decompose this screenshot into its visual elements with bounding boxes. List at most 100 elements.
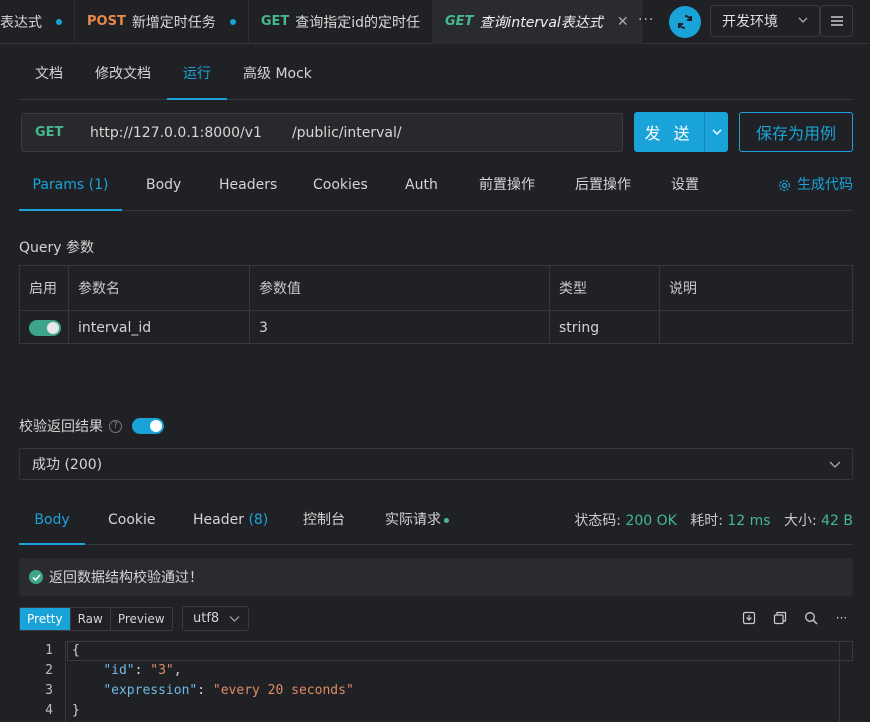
tab-response-cookie[interactable]: Cookie <box>108 500 156 545</box>
environment-select[interactable]: 开发环境 <box>710 5 820 37</box>
tab-pre-ops[interactable]: 前置操作 <box>479 166 535 211</box>
code-line: } <box>72 703 80 718</box>
tab-headers[interactable]: Headers <box>219 166 277 211</box>
line-number: 3 <box>45 683 53 698</box>
format-preview-button[interactable]: Preview <box>111 608 172 630</box>
tab-cookies[interactable]: Cookies <box>313 166 368 211</box>
more-tabs-icon[interactable]: ··· <box>638 12 654 28</box>
tab-docs[interactable]: 文档 <box>19 52 79 100</box>
tab-method: POST <box>87 14 126 29</box>
tab-response-header[interactable]: Header (8) <box>193 500 268 545</box>
code-line: "expression": "every 20 seconds" <box>103 683 354 698</box>
line-number: 1 <box>45 643 53 658</box>
validation-message: 返回数据结构校验通过！ <box>49 570 203 586</box>
enable-toggle-cell <box>20 311 69 344</box>
tab-post-ops[interactable]: 后置操作 <box>575 166 631 211</box>
unsaved-dot <box>229 18 236 25</box>
unsaved-dot <box>56 18 62 25</box>
tab-title: 表达式 <box>0 14 42 31</box>
response-body-viewer[interactable]: 1 2 3 4 { "id": "3", "expression": "ever… <box>19 641 853 722</box>
chevron-down-icon[interactable] <box>705 126 728 138</box>
close-icon[interactable]: ✕ <box>617 14 629 30</box>
gear-icon <box>778 179 791 191</box>
actual-request-label: 实际请求 <box>385 512 441 528</box>
param-tabs: Params (1) Body Headers Cookies Auth 前置操… <box>19 166 853 211</box>
tab-actual-request[interactable]: 实际请求 <box>385 500 449 545</box>
header-count: (8) <box>248 512 269 528</box>
col-value: 参数值 <box>250 266 550 310</box>
validate-toggle[interactable] <box>132 418 164 434</box>
request-tab[interactable]: POST 新增定时任务 <box>75 0 249 44</box>
code-line: "id": "3", <box>103 663 182 678</box>
hamburger-menu-icon[interactable] <box>820 5 853 37</box>
tab-advanced-mock[interactable]: 高级 Mock <box>227 52 328 100</box>
current-line-highlight <box>67 641 853 661</box>
validate-response-label: 校验返回结果 <box>19 419 103 435</box>
base-url: http://127.0.0.1:8000/v1 <box>90 124 262 141</box>
download-icon[interactable] <box>740 609 757 626</box>
generate-code-button[interactable]: 生成代码 <box>778 166 853 204</box>
tab-title: 新增定时任务 <box>131 14 216 31</box>
response-case-select[interactable]: 成功 (200) <box>19 448 853 480</box>
chevron-down-icon <box>229 613 240 628</box>
send-button[interactable]: 发 送 <box>634 112 728 152</box>
response-case-value: 成功 (200) <box>32 457 103 473</box>
tab-body[interactable]: Body <box>146 166 181 211</box>
param-desc-input[interactable] <box>660 311 852 344</box>
status-code-label: 状态码: <box>574 513 622 529</box>
more-icon[interactable]: ··· <box>833 609 850 626</box>
sync-icon[interactable] <box>669 6 701 38</box>
size-label: 大小: <box>783 513 817 529</box>
save-as-case-button[interactable]: 保存为用例 <box>739 112 853 152</box>
tab-method: GET <box>445 14 474 29</box>
json-key: "expression" <box>103 683 198 698</box>
encoding-select[interactable]: utf8 <box>182 606 249 631</box>
query-params-title: Query 参数 <box>19 240 94 256</box>
doc-run-nav: 文档 修改文档 运行 高级 Mock <box>19 52 853 100</box>
scrollbar[interactable] <box>839 641 853 722</box>
param-name-input[interactable]: interval_id <box>69 311 250 344</box>
tab-run[interactable]: 运行 <box>167 52 227 100</box>
tab-method: GET <box>260 14 290 29</box>
format-pretty-button[interactable]: Pretty <box>20 608 71 630</box>
response-size: 42 B <box>821 513 853 529</box>
url-path: /public/interval/ <box>291 124 402 141</box>
param-type-select[interactable]: string <box>550 311 660 344</box>
send-label: 发 送 <box>644 124 694 143</box>
encoding-value: utf8 <box>193 611 220 626</box>
request-tab[interactable]: GET 查询指定id的定时任 <box>249 0 434 44</box>
generate-code-label: 生成代码 <box>797 177 853 193</box>
help-icon[interactable]: ? <box>109 419 122 433</box>
copy-icon[interactable] <box>771 609 788 626</box>
response-toolbar: ··· <box>740 609 850 626</box>
tab-console[interactable]: 控制台 <box>303 500 345 545</box>
validate-response-row: 校验返回结果 ? <box>19 416 164 436</box>
json-value: "every 20 seconds" <box>212 683 354 698</box>
request-tab[interactable]: 表达式 <box>0 0 75 44</box>
tab-response-body[interactable]: Body <box>19 500 85 545</box>
search-icon[interactable] <box>802 609 819 626</box>
request-tab-active[interactable]: GET 查询interval表达式 ✕ <box>433 0 642 44</box>
col-name: 参数名 <box>69 266 250 310</box>
line-number: 4 <box>45 703 53 718</box>
tab-edit-docs[interactable]: 修改文档 <box>79 52 167 100</box>
param-value-input[interactable]: 3 <box>250 311 550 344</box>
time-label: 耗时: <box>690 513 723 529</box>
environment-label: 开发环境 <box>722 14 778 30</box>
tab-params[interactable]: Params (1) <box>19 166 122 211</box>
tab-auth[interactable]: Auth <box>405 166 438 211</box>
status-dot <box>444 517 449 523</box>
enable-toggle[interactable] <box>29 319 61 336</box>
tab-title: 查询指定id的定时任 <box>295 14 421 31</box>
table-row: interval_id 3 string <box>20 311 852 344</box>
line-number: 2 <box>45 663 53 678</box>
header-label: Header <box>193 512 244 528</box>
format-switch: Pretty Raw Preview <box>19 607 173 631</box>
format-raw-button[interactable]: Raw <box>71 608 111 630</box>
code-line: { <box>72 643 80 658</box>
response-tabs: Body Cookie Header (8) 控制台 实际请求 状态码: 200… <box>19 500 853 545</box>
tab-settings[interactable]: 设置 <box>671 166 699 211</box>
url-input[interactable]: GET http://127.0.0.1:8000/v1 /public/int… <box>21 113 623 152</box>
json-key: "id" <box>103 663 135 678</box>
method-select[interactable]: GET <box>35 125 90 140</box>
